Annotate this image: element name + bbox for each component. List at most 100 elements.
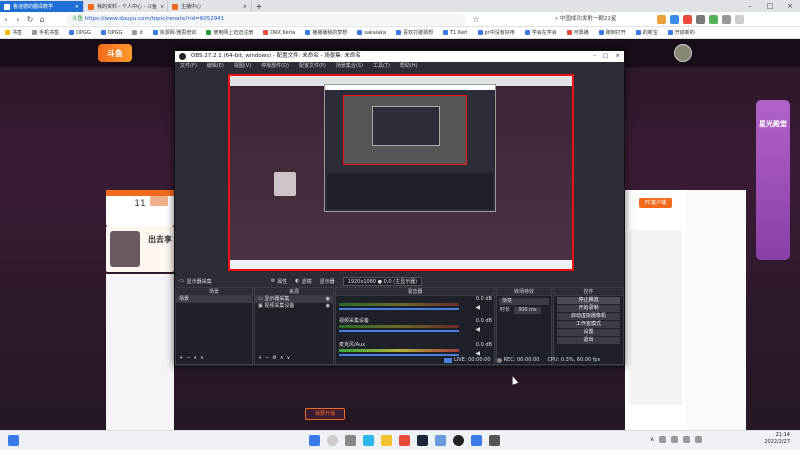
speaker-icon[interactable]: ◀ — [475, 304, 480, 311]
source-item[interactable]: ▣ 视频采集设备 ◉ — [255, 303, 333, 310]
chevron-up-icon[interactable]: ∧ — [650, 436, 654, 443]
volume-icon[interactable] — [695, 436, 703, 443]
display-select[interactable]: 1920x1080 ● 0,0 (主显示器) — [342, 276, 423, 286]
menu-docks[interactable]: 停靠部件(D) — [256, 62, 294, 71]
up-icon[interactable]: ∧ — [280, 355, 287, 361]
file-explorer-icon[interactable] — [381, 435, 392, 446]
menu-tools[interactable]: 工具(T) — [368, 62, 395, 71]
bookmark-item[interactable]: DRX Kerla — [258, 27, 300, 38]
down-icon[interactable]: ∨ — [287, 355, 294, 361]
extension-icon[interactable] — [683, 15, 692, 24]
source-item[interactable]: ▭ 显示器采集 ◉ — [255, 296, 333, 303]
gear-icon[interactable]: ⚙ — [272, 355, 279, 361]
virtual-camera-button[interactable]: 启动虚拟摄像机 — [557, 313, 620, 320]
bookmark-item[interactable]: 学会在学会 — [520, 27, 562, 38]
edge-icon[interactable] — [363, 435, 374, 446]
widgets-icon[interactable] — [8, 435, 19, 446]
browser-tab[interactable]: 我的资料 - 个人中心 - 斗鱼 × — [84, 1, 168, 12]
extension-icon[interactable] — [657, 15, 666, 24]
maximize-icon[interactable]: □ — [760, 0, 780, 12]
browser-tab[interactable]: 主播中心 × — [168, 1, 252, 12]
browser-tab[interactable]: 鲁迪德的翻译教学 × — [0, 1, 84, 12]
star-icon[interactable]: ☆ — [470, 15, 482, 24]
pc-client-button[interactable]: PC客户端 — [639, 198, 672, 208]
system-clock[interactable]: 21:14 2022/2/27 — [764, 432, 790, 446]
minimize-icon[interactable]: – — [593, 51, 596, 62]
speaker-icon[interactable]: ◀ — [475, 326, 480, 333]
eye-icon[interactable]: ◉ — [326, 303, 330, 310]
back-icon[interactable]: ‹ — [0, 15, 12, 24]
refresh-icon[interactable]: ↻ — [24, 15, 36, 24]
tray-icon[interactable] — [671, 436, 679, 443]
studio-mode-button[interactable]: 工作室模式 — [557, 321, 620, 328]
properties-button[interactable]: 属性 — [277, 278, 287, 285]
bookmark-item[interactable]: 可靠播 — [562, 27, 594, 38]
bookmark-item[interactable]: 喜欢打破猜想 — [391, 27, 438, 38]
obs-icon[interactable] — [453, 435, 464, 446]
close-window-icon[interactable]: × — [780, 0, 800, 12]
filter-icon[interactable]: ◐ — [295, 278, 299, 284]
volume-slider[interactable] — [339, 330, 459, 332]
bookmark-item[interactable]: 的新宝 — [631, 27, 663, 38]
home-icon[interactable]: ⌂ — [36, 15, 48, 24]
bookmark-item[interactable]: pr中没有好用 — [473, 27, 520, 38]
bookmark-item[interactable]: 手机书签 — [27, 27, 64, 38]
extension-icon[interactable] — [670, 15, 679, 24]
start-broadcast-button[interactable]: 我要开播 — [305, 408, 345, 420]
close-icon[interactable]: × — [615, 51, 620, 62]
search-suggestion[interactable]: ⌕ 中国成功发射一颗22星 — [555, 14, 650, 25]
volume-slider[interactable] — [339, 308, 459, 310]
search-icon[interactable] — [327, 435, 338, 446]
bookmark-item[interactable]: 跑到打开 — [594, 27, 631, 38]
start-icon[interactable] — [309, 435, 320, 446]
eye-icon[interactable]: ◉ — [326, 296, 330, 303]
filters-button[interactable]: 滤镜 — [302, 278, 312, 285]
avatar[interactable] — [674, 44, 692, 62]
douyu-logo[interactable]: 斗鱼 — [98, 44, 132, 62]
menu-edit[interactable]: 编辑(E) — [202, 62, 229, 71]
extension-icon[interactable] — [709, 15, 718, 24]
menu-file[interactable]: 文件(F) — [175, 62, 202, 71]
bookmark-item[interactable]: 播播播我的梦想 — [300, 27, 352, 38]
exit-button[interactable]: 退出 — [557, 337, 620, 344]
obs-preview[interactable] — [228, 74, 574, 271]
steam-icon[interactable] — [417, 435, 428, 446]
settings-button[interactable]: 设置 — [557, 329, 620, 336]
duration-input[interactable]: 300 ms — [514, 307, 541, 314]
close-icon[interactable]: × — [243, 4, 247, 10]
app-icon[interactable] — [399, 435, 410, 446]
bookmark-item[interactable]: d — [127, 27, 147, 38]
bookmark-item[interactable]: 开启新的 — [663, 27, 700, 38]
bookmark-item[interactable]: 使用网上迈迈注册 — [201, 27, 258, 38]
bookmark-item[interactable]: OPGG — [96, 27, 128, 38]
stop-streaming-button[interactable]: 停止推流 — [557, 297, 620, 304]
app-icon[interactable] — [471, 435, 482, 446]
down-icon[interactable]: ∨ — [200, 355, 207, 361]
transition-select[interactable]: 渐变 — [499, 298, 549, 305]
star-hall-banner[interactable]: 星光殿堂 — [756, 100, 790, 260]
minimize-icon[interactable]: – — [740, 0, 760, 12]
bookmark-item[interactable]: sakalaka — [352, 27, 391, 38]
forward-icon[interactable]: › — [12, 15, 24, 24]
maximize-icon[interactable]: □ — [603, 51, 608, 62]
start-recording-button[interactable]: 开始录制 — [557, 305, 620, 312]
new-tab-button[interactable]: + — [252, 2, 266, 11]
menu-profile[interactable]: 配置文件(P) — [294, 62, 331, 71]
menu-help[interactable]: 帮助(H) — [395, 62, 423, 71]
bookmark-item[interactable]: 资源网·雅思培训 — [148, 27, 202, 38]
bookmark-item[interactable]: 书签 — [0, 27, 27, 38]
menu-scene-collection[interactable]: 场景集合(S) — [331, 62, 368, 71]
menu-icon[interactable] — [735, 15, 744, 24]
bookmark-item[interactable]: T1 Kerl — [438, 27, 472, 38]
url-field[interactable]: 斗鱼 https://www.douyu.com/topic/renata?ri… — [66, 14, 466, 25]
download-icon[interactable] — [722, 15, 731, 24]
bookmark-item[interactable]: OPGG — [64, 27, 96, 38]
scene-item[interactable]: 场景 — [176, 296, 252, 303]
gear-icon[interactable]: ⚙ — [271, 278, 275, 284]
app-icon[interactable] — [489, 435, 500, 446]
close-icon[interactable]: × — [75, 4, 79, 10]
app-icon[interactable] — [435, 435, 446, 446]
close-icon[interactable]: × — [160, 4, 164, 10]
task-view-icon[interactable] — [345, 435, 356, 446]
menu-view[interactable]: 视图(V) — [229, 62, 256, 71]
